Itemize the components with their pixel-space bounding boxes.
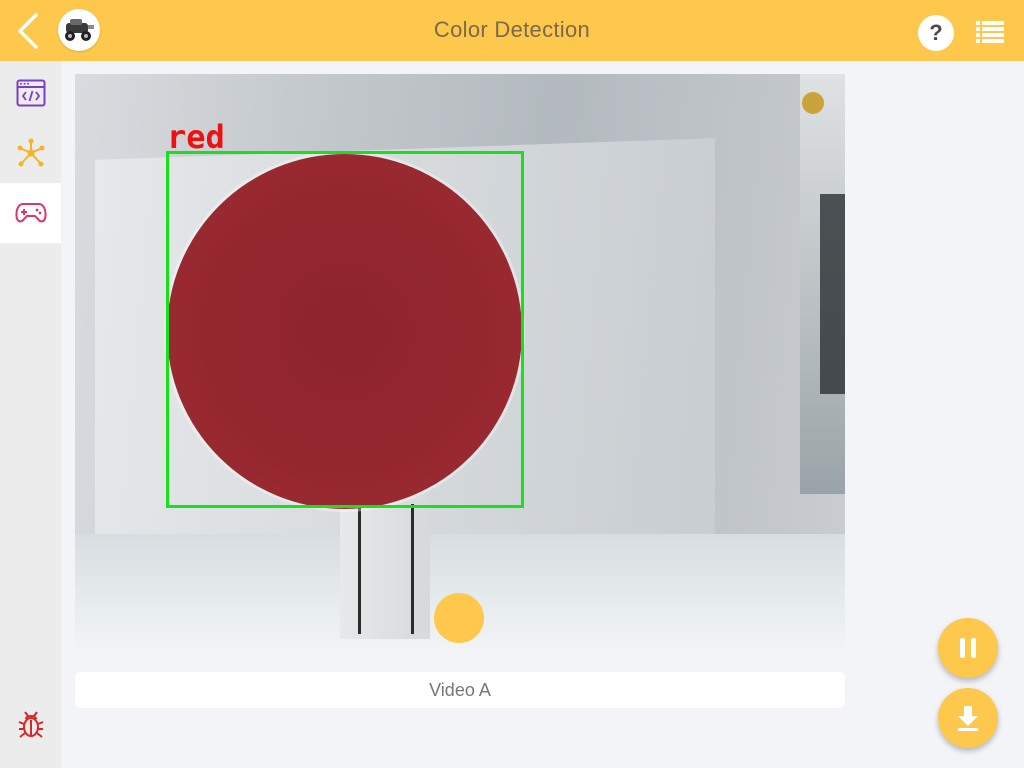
app-header: Color Detection ? (0, 0, 1024, 61)
download-icon (958, 706, 978, 731)
page-title: Color Detection (433, 17, 591, 42)
right-edge-dark-part (820, 194, 845, 394)
list-menu-icon (976, 21, 1004, 43)
menu-button[interactable] (976, 20, 1004, 44)
help-button[interactable]: ? (918, 15, 954, 51)
back-button[interactable] (14, 13, 44, 49)
chevron-left-icon (18, 13, 38, 49)
code-window-icon (16, 79, 45, 107)
detection-label: red (167, 118, 225, 156)
knob (802, 92, 824, 114)
sidebar (0, 61, 61, 768)
sidebar-item-graph[interactable] (0, 123, 61, 183)
robot-car-icon (65, 19, 94, 41)
download-button[interactable] (938, 688, 998, 748)
gamepad-icon (14, 203, 47, 223)
sidebar-item-code[interactable] (0, 63, 61, 123)
sidebar-item-gamepad[interactable] (0, 183, 61, 243)
debug-button[interactable] (0, 695, 61, 755)
stand-line-left (358, 504, 361, 634)
detection-box (166, 151, 524, 508)
pause-button[interactable] (938, 618, 998, 678)
disc-stand (340, 489, 430, 639)
video-caption[interactable]: Video A (75, 672, 845, 708)
video-drag-handle[interactable] (434, 593, 484, 643)
robot-car-logo[interactable] (58, 9, 100, 51)
bug-icon (18, 711, 43, 738)
camera-video-feed: red (75, 74, 845, 652)
stand-line-right (411, 504, 414, 634)
pause-icon (960, 638, 976, 658)
node-graph-icon (17, 138, 44, 167)
